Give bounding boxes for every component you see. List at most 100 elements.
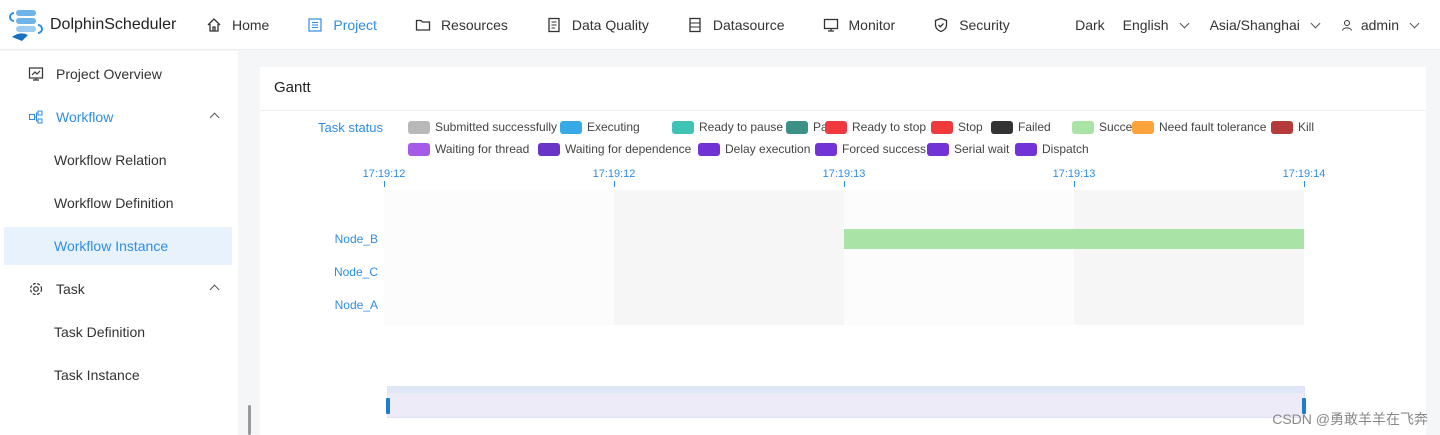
datasource-icon: [689, 17, 701, 32]
legend-swatch: [786, 120, 808, 134]
sidebar-item-workflow-definition[interactable]: Workflow Definition: [4, 184, 232, 222]
workflow-icon: [29, 110, 43, 124]
sidebar-item-workflow-relation[interactable]: Workflow Relation: [4, 141, 232, 179]
chevron-down-icon: [1310, 18, 1321, 28]
x-tick-label: 17:19:13: [1052, 168, 1096, 180]
legend-label: Waiting for dependence: [565, 142, 692, 156]
legend-item[interactable]: Dispatch: [1015, 142, 1089, 156]
sidebar-item-task-instance[interactable]: Task Instance: [4, 356, 232, 394]
legend-item[interactable]: Kill: [1271, 120, 1314, 134]
legend-swatch: [538, 142, 560, 156]
theme-toggle[interactable]: Dark: [1075, 17, 1105, 33]
legend-swatch: [815, 142, 837, 156]
x-tick-mark: [384, 181, 385, 187]
legend-label: Need fault tolerance: [1159, 120, 1267, 134]
zoom-slider[interactable]: [386, 386, 1306, 418]
sidebar-item-label: Project Overview: [56, 66, 162, 82]
nav-resources[interactable]: Resources: [415, 17, 508, 33]
nav-label: Resources: [440, 16, 508, 33]
nav-label: Project: [333, 16, 377, 33]
x-tick-label: 17:19:14: [1282, 168, 1326, 180]
timezone-label: Asia/Shanghai: [1209, 17, 1300, 33]
monitor-icon: [823, 18, 838, 32]
legend-swatch: [927, 142, 949, 156]
legend-label: Ready to stop: [852, 120, 927, 134]
sidebar-item-label: Task Instance: [54, 367, 140, 383]
legend-item[interactable]: Waiting for dependence: [538, 142, 691, 156]
slider-track: [388, 387, 1304, 393]
data-quality-icon: [548, 17, 560, 32]
legend-label: Failed: [1018, 120, 1051, 134]
legend-item[interactable]: Ready to pause: [672, 120, 783, 134]
legend-swatch: [1015, 142, 1037, 156]
legend-item[interactable]: Need fault tolerance: [1132, 120, 1266, 134]
sidebar: Project Overview Workflow Workflow Relat…: [0, 51, 238, 435]
legend-item[interactable]: Executing: [560, 120, 640, 134]
top-header: DolphinScheduler Home Project Resources …: [0, 0, 1440, 50]
sidebar-item-label: Workflow Relation: [54, 152, 167, 168]
legend-label: Kill: [1298, 120, 1315, 134]
nav-datasource[interactable]: Datasource: [687, 17, 785, 33]
nav-security[interactable]: Security: [933, 17, 1010, 33]
task-bar: [844, 229, 1304, 249]
sidebar-item-label: Workflow Definition: [54, 195, 174, 211]
nav-label: Monitor: [848, 16, 896, 33]
slider-handle-left[interactable]: [386, 398, 390, 414]
legend-item[interactable]: Waiting for thread: [408, 142, 529, 156]
x-tick-mark: [1304, 181, 1305, 187]
legend-label: Ready to pause: [699, 120, 784, 134]
gantt-card: Gantt Task status Submitted successfully…: [260, 67, 1426, 435]
row-label: Node_C: [333, 265, 378, 279]
legend-item[interactable]: Delay execution: [698, 142, 810, 156]
x-tick-mark: [614, 181, 615, 187]
sidebar-scrollbar[interactable]: [248, 405, 251, 435]
legend-item[interactable]: Submitted successfully: [408, 120, 557, 134]
legend-label: Waiting for thread: [435, 142, 530, 156]
legend-swatch: [931, 120, 953, 134]
nav-monitor[interactable]: Monitor: [823, 16, 896, 33]
legend-item[interactable]: Failed: [991, 120, 1051, 134]
timezone-select[interactable]: Asia/Shanghai: [1210, 17, 1323, 33]
x-tick-label: 17:19:12: [592, 168, 636, 180]
nav-label: Security: [959, 16, 1010, 33]
legend-swatch: [1132, 120, 1154, 134]
sidebar-item-label: Workflow: [56, 109, 114, 125]
nav-project[interactable]: Project: [307, 17, 377, 33]
brand-name: DolphinScheduler: [50, 15, 177, 33]
nav-label: Home: [232, 16, 270, 33]
watermark: CSDN @勇敢羊羊在飞奔: [1272, 411, 1428, 427]
legend-item[interactable]: Forced success: [815, 142, 926, 156]
overview-icon: [28, 67, 44, 81]
language-label: English: [1122, 17, 1169, 33]
sidebar-item-task-definition[interactable]: Task Definition: [4, 313, 232, 351]
x-tick-mark: [844, 181, 845, 187]
legend-item[interactable]: Serial wait: [927, 142, 1009, 156]
user-menu[interactable]: admin: [1341, 17, 1422, 33]
row-label: Node_B: [334, 232, 378, 246]
legend-swatch: [672, 120, 694, 134]
time-band: [844, 190, 1074, 325]
language-select[interactable]: English: [1123, 17, 1192, 33]
sidebar-item-project-overview[interactable]: Project Overview: [4, 55, 232, 93]
theme-label: Dark: [1075, 17, 1105, 33]
brand-logo[interactable]: DolphinScheduler: [8, 7, 198, 43]
nav-home[interactable]: Home: [206, 17, 269, 33]
legend-label: Delay execution: [725, 142, 811, 156]
legend-item[interactable]: Stop: [931, 120, 983, 134]
sidebar-item-task[interactable]: Task: [4, 270, 232, 308]
sidebar-item-workflow[interactable]: Workflow: [4, 98, 232, 136]
chevron-up-icon: [209, 284, 220, 295]
nav-label: Data Quality: [571, 16, 649, 33]
sidebar-item-workflow-instance[interactable]: Workflow Instance: [4, 227, 232, 265]
sidebar-item-label: Workflow Instance: [54, 238, 169, 254]
project-icon: [308, 17, 322, 32]
shield-icon: [935, 17, 948, 32]
folder-icon: [415, 19, 431, 31]
divider: [260, 110, 1426, 111]
legend-item[interactable]: Ready to stop: [825, 120, 926, 134]
home-icon: [207, 17, 221, 32]
nav-data-quality[interactable]: Data Quality: [546, 17, 649, 33]
x-tick-label: 17:19:12: [362, 168, 406, 180]
chevron-up-icon: [209, 112, 220, 123]
legend-label: Submitted successfully: [435, 120, 558, 134]
